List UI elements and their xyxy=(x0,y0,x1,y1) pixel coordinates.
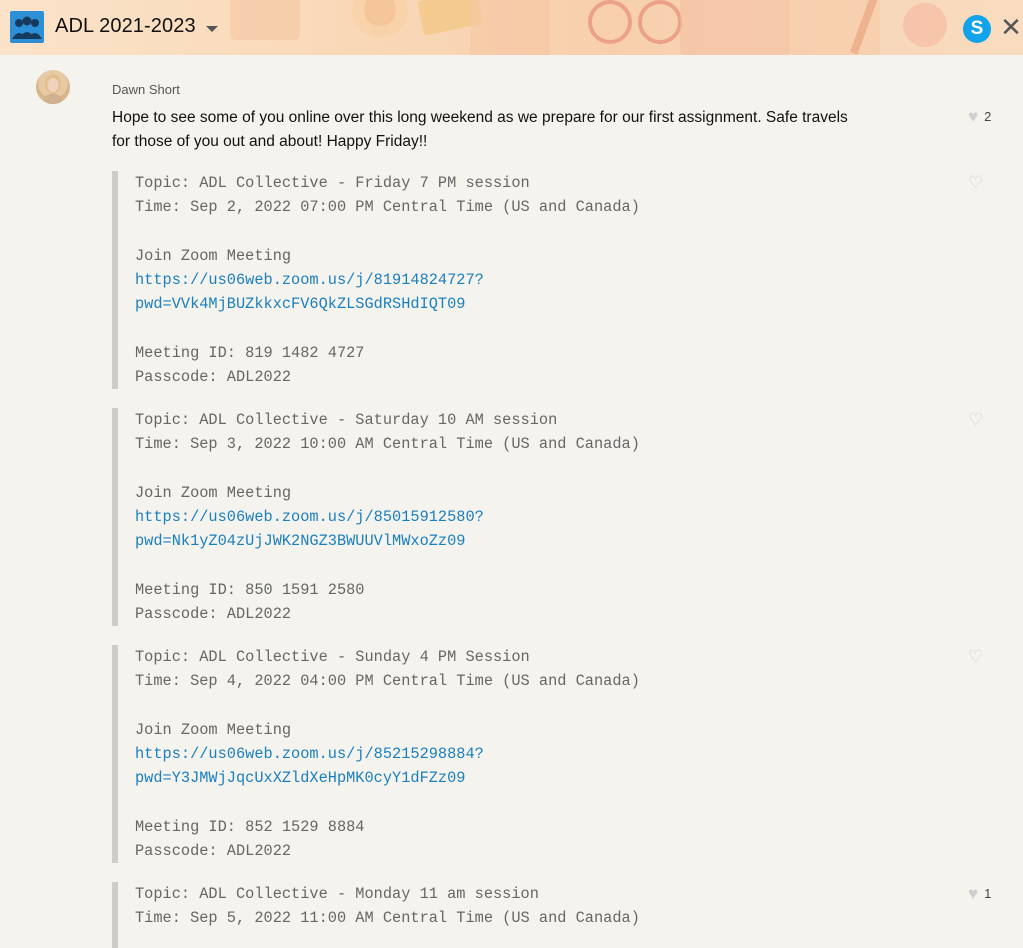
sender-name[interactable]: Dawn Short xyxy=(112,82,180,97)
quote-topic: Topic: ADL Collective - Saturday 10 AM s… xyxy=(135,411,558,429)
like-button[interactable]: ♡ xyxy=(968,174,983,191)
like-button[interactable]: ♥ 2 xyxy=(968,108,991,125)
quote-time: Time: Sep 4, 2022 04:00 PM Central Time … xyxy=(135,672,640,691)
heart-outline-icon: ♡ xyxy=(968,173,984,192)
quoted-message: Topic: ADL Collective - Monday 11 am ses… xyxy=(112,882,835,948)
zoom-link-pwd[interactable]: pwd=Y3JMWjJqcUxXZldXeHpMK0cyY1dFZz09 xyxy=(135,769,465,787)
like-count: 1 xyxy=(984,886,992,901)
quote-passcode: Passcode: ADL2022 xyxy=(135,605,292,624)
quote-join-text: Join Zoom Meeting xyxy=(135,483,292,502)
zoom-link[interactable]: https://us06web.zoom.us/j/85215298884? xyxy=(135,745,484,763)
like-count: 2 xyxy=(984,109,992,124)
quote-meeting-id: Meeting ID: 819 1482 4727 xyxy=(135,344,365,363)
zoom-link[interactable]: https://us06web.zoom.us/j/81914824727? xyxy=(135,271,484,289)
like-button[interactable]: ♥ 1 xyxy=(968,885,991,902)
group-avatar-icon[interactable] xyxy=(10,11,44,43)
quote-time: Time: Sep 3, 2022 10:00 AM Central Time … xyxy=(135,435,640,454)
conversation-title[interactable]: ADL 2021-2023 xyxy=(55,15,218,38)
close-icon[interactable]: ✕ xyxy=(1000,14,1022,40)
chevron-down-icon[interactable] xyxy=(205,25,218,32)
quote-join-text: Join Zoom Meeting xyxy=(135,720,292,739)
quoted-message: Topic: ADL Collective - Sunday 4 PM Sess… xyxy=(112,645,835,863)
quote-passcode: Passcode: ADL2022 xyxy=(135,842,292,861)
quote-topic: Topic: ADL Collective - Friday 7 PM sess… xyxy=(135,174,530,192)
quote-passcode: Passcode: ADL2022 xyxy=(135,368,292,387)
zoom-link-pwd[interactable]: pwd=VVk4MjBUZkkxcFV6QkZLSGdRSHdIQT09 xyxy=(135,295,465,313)
quoted-message: Topic: ADL Collective - Saturday 10 AM s… xyxy=(112,408,835,626)
quote-time: Time: Sep 5, 2022 11:00 AM Central Time … xyxy=(135,909,640,928)
quote-meeting-id: Meeting ID: 850 1591 2580 xyxy=(135,581,365,600)
zoom-link[interactable]: https://us06web.zoom.us/j/85015912580? xyxy=(135,508,484,526)
message-text: Hope to see some of you online over this… xyxy=(112,109,848,150)
quote-join-text: Join Zoom Meeting xyxy=(135,246,292,265)
avatar[interactable] xyxy=(36,70,70,104)
quote-topic: Topic: ADL Collective - Monday 11 am ses… xyxy=(135,885,539,903)
heart-outline-icon: ♡ xyxy=(968,647,984,666)
quote-time: Time: Sep 2, 2022 07:00 PM Central Time … xyxy=(135,198,640,217)
quoted-message: Topic: ADL Collective - Friday 7 PM sess… xyxy=(112,171,835,389)
like-button[interactable]: ♡ xyxy=(968,411,983,428)
like-button[interactable]: ♡ xyxy=(968,648,983,665)
quote-meeting-id: Meeting ID: 852 1529 8884 xyxy=(135,818,365,837)
heart-outline-icon: ♡ xyxy=(968,410,984,429)
heart-icon: ♥ xyxy=(968,107,979,126)
skype-icon[interactable]: S xyxy=(963,15,991,43)
chat-header: ADL 2021-2023 S ✕ xyxy=(0,0,1023,55)
quote-topic: Topic: ADL Collective - Sunday 4 PM Sess… xyxy=(135,648,530,666)
conversation-title-text: ADL 2021-2023 xyxy=(55,15,196,37)
zoom-link-pwd[interactable]: pwd=Nk1yZ04zUjJWK2NGZ3BWUUVlMWxoZz09 xyxy=(135,532,465,550)
heart-icon: ♥ xyxy=(968,884,979,903)
